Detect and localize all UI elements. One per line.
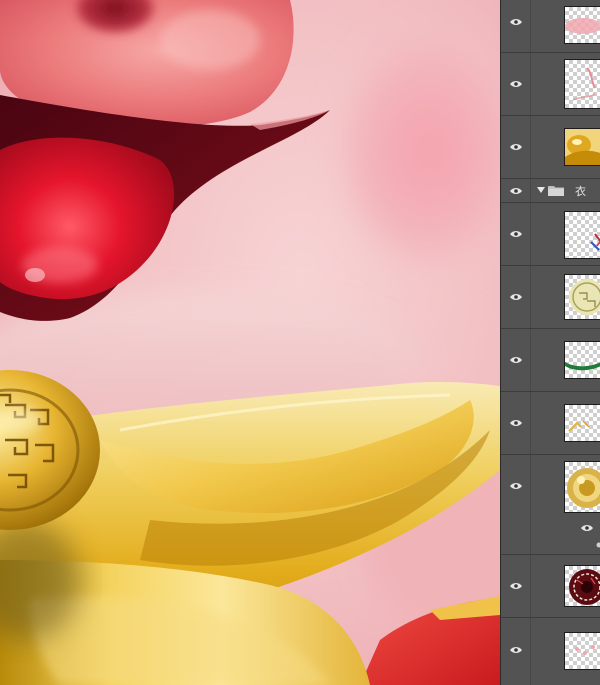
layer-thumbnail[interactable] (564, 341, 600, 379)
layer-group-row[interactable]: 衣 (501, 179, 600, 203)
layer-thumbnail[interactable] (564, 6, 600, 44)
eye-icon[interactable] (510, 187, 522, 195)
layer-thumbnail[interactable] (564, 211, 600, 259)
eye-icon[interactable] (510, 356, 522, 364)
layer-row[interactable] (501, 116, 600, 179)
layer-row[interactable] (501, 0, 600, 53)
eye-icon[interactable] (510, 143, 522, 151)
layer-row[interactable] (501, 555, 600, 618)
artwork-illustration (0, 0, 500, 685)
layer-thumbnail[interactable] (564, 565, 600, 607)
triangle-down-icon[interactable] (537, 187, 545, 193)
layer-thumbnail[interactable] (564, 461, 600, 513)
layer-group-name[interactable]: 衣 (575, 183, 586, 199)
eye-icon[interactable] (510, 230, 522, 238)
layer-row[interactable] (501, 455, 600, 555)
layer-effects-row (501, 518, 600, 552)
layer-row[interactable] (501, 392, 600, 455)
photoshop-workspace: 衣 (0, 0, 600, 685)
layers-panel: 衣 (500, 0, 600, 685)
eye-icon[interactable] (510, 18, 522, 26)
document-canvas[interactable] (0, 0, 500, 685)
layer-row[interactable] (501, 266, 600, 329)
layer-row[interactable] (501, 203, 600, 266)
layer-thumbnail[interactable] (564, 404, 600, 442)
eye-icon[interactable] (510, 419, 522, 427)
eye-icon[interactable] (510, 582, 522, 590)
eye-icon[interactable] (581, 524, 593, 532)
visibility-column (501, 0, 531, 52)
eye-icon[interactable] (510, 482, 522, 490)
layer-thumbnail[interactable] (564, 274, 600, 320)
layer-thumbnail[interactable] (564, 632, 600, 670)
layer-thumbnail[interactable] (564, 59, 600, 109)
eye-icon[interactable] (510, 646, 522, 654)
eye-icon[interactable] (510, 80, 522, 88)
layer-row[interactable] (501, 53, 600, 116)
layer-row[interactable] (501, 329, 600, 392)
eye-icon[interactable] (510, 293, 522, 301)
layer-row[interactable] (501, 618, 600, 685)
folder-icon (548, 186, 564, 196)
layer-thumbnail[interactable] (564, 128, 600, 166)
effect-bullet-icon (596, 542, 600, 548)
